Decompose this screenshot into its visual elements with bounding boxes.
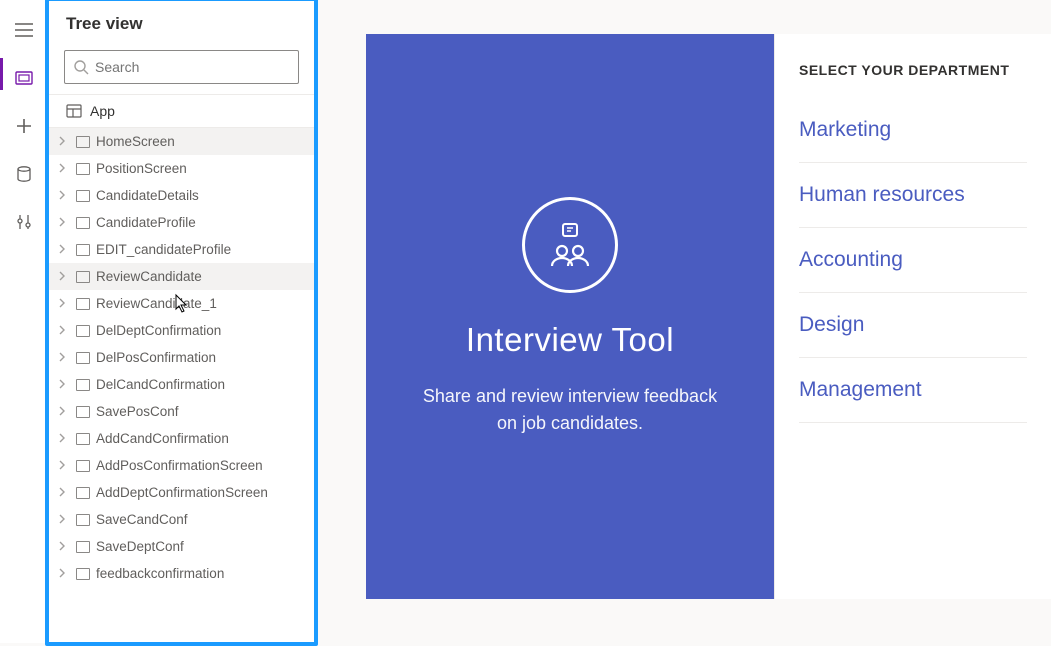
phone-preview: Interview Tool Share and review intervie… bbox=[366, 34, 774, 599]
tools-icon[interactable] bbox=[12, 210, 36, 234]
tree-view-icon[interactable] bbox=[12, 66, 36, 90]
chevron-right-icon bbox=[58, 242, 70, 257]
tree-view-panel: Tree view ✕ App HomeScreen···PositionScr… bbox=[48, 0, 316, 643]
screen-icon bbox=[76, 136, 90, 148]
chevron-right-icon bbox=[58, 485, 70, 500]
search-input[interactable] bbox=[95, 59, 290, 75]
tree-item[interactable]: AddDeptConfirmationScreen bbox=[48, 479, 315, 506]
tree-item[interactable]: HomeScreen··· bbox=[48, 128, 315, 155]
tree-item-label: HomeScreen bbox=[96, 134, 175, 149]
chevron-right-icon bbox=[58, 296, 70, 311]
tree-item-label: PositionScreen bbox=[96, 161, 187, 176]
tree-item-label: feedbackconfirmation bbox=[96, 566, 224, 581]
screen-icon bbox=[76, 433, 90, 445]
screen-icon bbox=[76, 568, 90, 580]
tree-item[interactable]: CandidateProfile bbox=[48, 209, 315, 236]
canvas-area: Interview Tool Share and review intervie… bbox=[316, 0, 1051, 643]
phone-subtitle: Share and review interview feedback on j… bbox=[420, 383, 720, 437]
app-icon bbox=[66, 103, 82, 119]
screen-icon bbox=[76, 352, 90, 364]
department-item[interactable]: Marketing bbox=[799, 98, 1027, 163]
department-item[interactable]: Design bbox=[799, 293, 1027, 358]
tree-item-label: DelPosConfirmation bbox=[96, 350, 216, 365]
rail-active-indicator bbox=[0, 58, 3, 90]
tree-item[interactable]: AddPosConfirmationScreen bbox=[48, 452, 315, 479]
phone-title: Interview Tool bbox=[466, 321, 674, 359]
app-label: App bbox=[90, 103, 115, 119]
panel-title: Tree view bbox=[66, 14, 143, 34]
screen-icon bbox=[76, 298, 90, 310]
tree-item-label: SaveCandConf bbox=[96, 512, 188, 527]
tree-item[interactable]: SaveDeptConf bbox=[48, 533, 315, 560]
hamburger-icon[interactable] bbox=[12, 18, 36, 42]
tree-item[interactable]: AddCandConfirmation bbox=[48, 425, 315, 452]
data-icon[interactable] bbox=[12, 162, 36, 186]
tree-item-label: AddPosConfirmationScreen bbox=[96, 458, 263, 473]
department-heading: SELECT YOUR DEPARTMENT bbox=[799, 62, 1027, 78]
tree-item[interactable]: PositionScreen bbox=[48, 155, 315, 182]
tree-item[interactable]: SaveCandConf bbox=[48, 506, 315, 533]
screen-icon bbox=[76, 379, 90, 391]
tree-item[interactable]: DelDeptConfirmation bbox=[48, 317, 315, 344]
tree-app-root[interactable]: App bbox=[48, 94, 315, 128]
screen-icon bbox=[76, 325, 90, 337]
tree-item-label: DelCandConfirmation bbox=[96, 377, 225, 392]
screen-icon bbox=[76, 406, 90, 418]
chevron-right-icon bbox=[58, 458, 70, 473]
tree-item[interactable]: ReviewCandidate_1 bbox=[48, 290, 315, 317]
chevron-right-icon bbox=[58, 539, 70, 554]
interview-icon bbox=[522, 197, 618, 293]
chevron-right-icon bbox=[58, 188, 70, 203]
screen-icon bbox=[76, 514, 90, 526]
tree-item-label: SavePosConf bbox=[96, 404, 179, 419]
tree-item-label: EDIT_candidateProfile bbox=[96, 242, 231, 257]
tree-item[interactable]: SavePosConf bbox=[48, 398, 315, 425]
tree-item-label: DelDeptConfirmation bbox=[96, 323, 221, 338]
department-panel: SELECT YOUR DEPARTMENT MarketingHuman re… bbox=[774, 34, 1051, 599]
department-item[interactable]: Management bbox=[799, 358, 1027, 423]
tree-item[interactable]: feedbackconfirmation bbox=[48, 560, 315, 587]
search-input-wrap[interactable] bbox=[64, 50, 299, 84]
tree-item-label: SaveDeptConf bbox=[96, 539, 184, 554]
tree-item-label: ReviewCandidate_1 bbox=[96, 296, 217, 311]
chevron-right-icon bbox=[58, 215, 70, 230]
chevron-right-icon bbox=[58, 323, 70, 338]
screen-icon bbox=[76, 190, 90, 202]
tree-item[interactable]: EDIT_candidateProfile bbox=[48, 236, 315, 263]
chevron-right-icon bbox=[58, 161, 70, 176]
tree-item[interactable]: CandidateDetails bbox=[48, 182, 315, 209]
screen-icon bbox=[76, 541, 90, 553]
screen-icon bbox=[76, 163, 90, 175]
tree-item[interactable]: DelCandConfirmation bbox=[48, 371, 315, 398]
department-item[interactable]: Accounting bbox=[799, 228, 1027, 293]
screen-icon bbox=[76, 217, 90, 229]
tree-item-label: AddCandConfirmation bbox=[96, 431, 229, 446]
chevron-right-icon bbox=[58, 269, 70, 284]
tree-item[interactable]: ReviewCandidate··· bbox=[48, 263, 315, 290]
chevron-right-icon bbox=[58, 431, 70, 446]
search-icon bbox=[73, 59, 89, 75]
screen-icon bbox=[76, 244, 90, 256]
screen-icon bbox=[76, 271, 90, 283]
tree-list: HomeScreen··· PositionScreen CandidateDeta… bbox=[48, 128, 315, 643]
chevron-right-icon bbox=[58, 350, 70, 365]
chevron-right-icon bbox=[58, 404, 70, 419]
tree-item[interactable]: DelPosConfirmation bbox=[48, 344, 315, 371]
tree-item-label: CandidateProfile bbox=[96, 215, 196, 230]
left-rail bbox=[0, 0, 48, 643]
chevron-right-icon bbox=[58, 566, 70, 581]
chevron-right-icon bbox=[58, 377, 70, 392]
tree-item-label: ReviewCandidate bbox=[96, 269, 202, 284]
tree-item-label: AddDeptConfirmationScreen bbox=[96, 485, 268, 500]
screen-icon bbox=[76, 460, 90, 472]
chevron-right-icon bbox=[58, 134, 70, 149]
insert-icon[interactable] bbox=[12, 114, 36, 138]
tree-item-label: CandidateDetails bbox=[96, 188, 199, 203]
screen-icon bbox=[76, 487, 90, 499]
chevron-right-icon bbox=[58, 512, 70, 527]
department-item[interactable]: Human resources bbox=[799, 163, 1027, 228]
